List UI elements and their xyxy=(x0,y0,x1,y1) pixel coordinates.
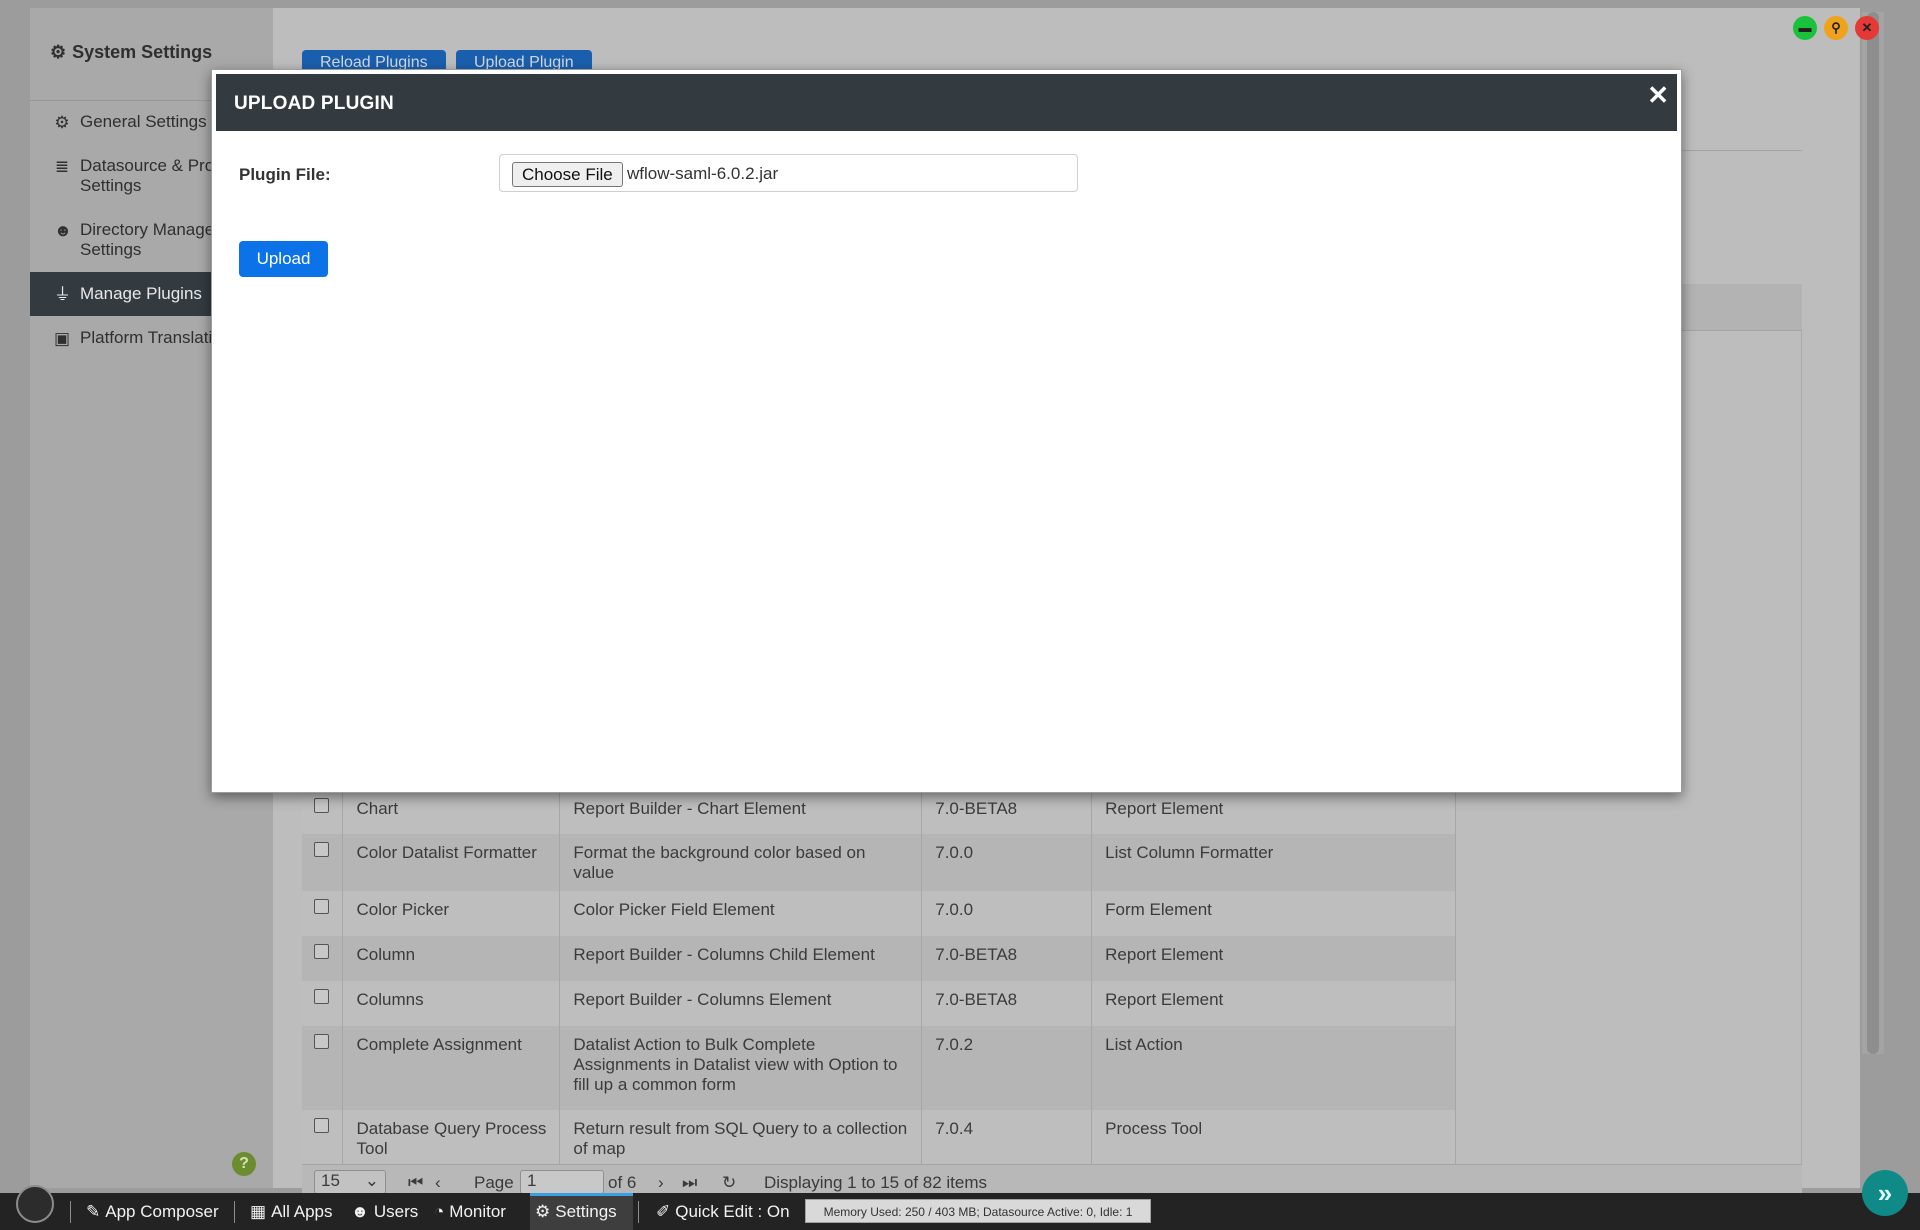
plugin-table: Chart Report Builder - Chart Element 7.0… xyxy=(302,790,1456,1174)
plug-icon: ⏚ xyxy=(54,285,71,304)
pin-icon[interactable]: ⚲ xyxy=(1824,16,1848,40)
plugin-name: Color Picker xyxy=(342,891,561,936)
upload-plugin-dialog: UPLOAD PLUGIN ✕ Plugin File: Choose File… xyxy=(211,69,1682,793)
chevron-down-icon: ⌄ xyxy=(364,1171,379,1190)
database-icon: ≣ xyxy=(54,157,70,176)
settings-link[interactable]: ⚙ Settings xyxy=(535,1202,617,1222)
plugin-description: Report Builder - Columns Child Element xyxy=(559,936,923,981)
gears-icon: ⚙ xyxy=(535,1202,551,1221)
row-checkbox[interactable] xyxy=(314,899,329,914)
brush-icon: ✐ xyxy=(656,1202,671,1221)
plugin-description: Report Builder - Chart Element xyxy=(559,790,923,834)
first-page-icon[interactable]: ⏮ xyxy=(408,1173,423,1193)
plugin-version: 7.0-BETA8 xyxy=(921,981,1093,1026)
pagination-bar: 15 ⌄ ⏮ ‹ Page 1 of 6 › ⏭ ↻ Displaying 1 t… xyxy=(302,1164,1802,1195)
taskbar-separator xyxy=(638,1201,639,1223)
last-page-icon[interactable]: ⏭ xyxy=(682,1173,697,1193)
plugin-name: Columns xyxy=(342,981,561,1026)
displaying-status: Displaying 1 to 15 of 82 items xyxy=(764,1173,988,1192)
grid-icon: ▦ xyxy=(250,1202,267,1221)
plugin-type: Report Element xyxy=(1091,981,1456,1026)
plugin-version: 7.0.2 xyxy=(921,1026,1093,1110)
row-checkbox[interactable] xyxy=(314,798,329,813)
row-checkbox[interactable] xyxy=(314,989,329,1004)
taskbar: ✎ App Composer ▦ All Apps ☻ Users ◔ Monitor … xyxy=(0,1193,1920,1230)
plugin-type: Report Element xyxy=(1091,790,1456,834)
row-checkbox[interactable] xyxy=(314,1118,329,1133)
translate-icon: ▣ xyxy=(54,329,71,348)
sidebar-title: ⚙ System Settings xyxy=(50,42,213,62)
plugin-version: 7.0-BETA8 xyxy=(921,790,1093,834)
upload-button[interactable]: Upload xyxy=(239,241,328,277)
page-label: Page xyxy=(474,1173,514,1192)
table-row: Column Report Builder - Columns Child El… xyxy=(302,936,1456,981)
plugin-version: 7.0-BETA8 xyxy=(921,936,1093,981)
plugin-type: List Column Formatter xyxy=(1091,834,1456,891)
plugin-description: Report Builder - Columns Element xyxy=(559,981,923,1026)
plugin-file-label: Plugin File: xyxy=(239,165,331,184)
vertical-scrollbar[interactable] xyxy=(1862,12,1884,1054)
expand-panel-icon[interactable]: » xyxy=(1862,1170,1908,1216)
scrollbar-thumb[interactable] xyxy=(1867,12,1879,1054)
plugin-description: Datalist Action to Bulk Complete Assignm… xyxy=(559,1026,923,1110)
refresh-icon[interactable]: ↻ xyxy=(722,1173,736,1193)
table-row: Complete Assignment Datalist Action to B… xyxy=(302,1026,1456,1110)
app-composer-link[interactable]: ✎ App Composer xyxy=(86,1202,219,1222)
users-link[interactable]: ☻ Users xyxy=(351,1202,418,1222)
plugin-type: List Action xyxy=(1091,1026,1456,1110)
quick-edit-toggle[interactable]: ✐ Quick Edit : On xyxy=(656,1202,790,1222)
users-icon: ☻ xyxy=(54,221,72,240)
taskbar-separator xyxy=(70,1201,71,1223)
prev-page-icon[interactable]: ‹ xyxy=(435,1173,441,1193)
page-count: of 6 xyxy=(608,1173,637,1192)
gauge-icon: ◔ xyxy=(434,1202,445,1221)
plugin-file-input[interactable]: Choose File wflow-saml-6.0.2.jar xyxy=(499,154,1078,192)
plugin-version: 7.0.0 xyxy=(921,834,1093,891)
row-checkbox[interactable] xyxy=(314,944,329,959)
gears-icon: ⚙ xyxy=(50,42,67,62)
page-number-input[interactable]: 1 xyxy=(520,1170,604,1194)
gear-icon: ⚙ xyxy=(54,113,70,132)
joget-logo-icon[interactable] xyxy=(16,1185,54,1223)
table-row: Color Datalist Formatter Format the back… xyxy=(302,834,1456,891)
plugin-description: Format the background color based on val… xyxy=(559,834,923,891)
plugin-type: Report Element xyxy=(1091,936,1456,981)
plugin-description: Color Picker Field Element xyxy=(559,891,923,936)
dialog-header: UPLOAD PLUGIN ✕ xyxy=(216,74,1677,131)
table-row: Color Picker Color Picker Field Element … xyxy=(302,891,1456,936)
table-row: Chart Report Builder - Chart Element 7.0… xyxy=(302,790,1456,834)
next-page-icon[interactable]: › xyxy=(658,1173,664,1193)
row-checkbox[interactable] xyxy=(314,1034,329,1049)
table-row: Columns Report Builder - Columns Element… xyxy=(302,981,1456,1026)
help-icon[interactable]: ? xyxy=(232,1152,256,1176)
plugin-name: Column xyxy=(342,936,561,981)
choose-file-button[interactable]: Choose File xyxy=(512,162,623,187)
page-size-select[interactable]: 15 ⌄ xyxy=(314,1170,386,1194)
window-close-icon[interactable]: ✕ xyxy=(1855,16,1879,40)
minimize-icon[interactable]: ▬ xyxy=(1793,16,1817,40)
row-checkbox[interactable] xyxy=(314,842,329,857)
selected-file-name: wflow-saml-6.0.2.jar xyxy=(627,164,779,183)
close-icon[interactable]: ✕ xyxy=(1647,80,1669,111)
users-icon: ☻ xyxy=(351,1202,369,1221)
all-apps-link[interactable]: ▦ All Apps xyxy=(250,1202,333,1222)
plugin-name: Chart xyxy=(342,790,561,834)
plugin-type: Form Element xyxy=(1091,891,1456,936)
plugin-name: Color Datalist Formatter xyxy=(342,834,561,891)
taskbar-separator xyxy=(234,1201,235,1223)
monitor-link[interactable]: ◔ Monitor xyxy=(434,1202,506,1222)
plugin-version: 7.0.0 xyxy=(921,891,1093,936)
dialog-title: UPLOAD PLUGIN xyxy=(234,93,394,114)
edit-icon: ✎ xyxy=(86,1202,101,1221)
plugin-name: Complete Assignment xyxy=(342,1026,561,1110)
memory-status: Memory Used: 250 / 403 MB; Datasource Ac… xyxy=(805,1199,1151,1223)
